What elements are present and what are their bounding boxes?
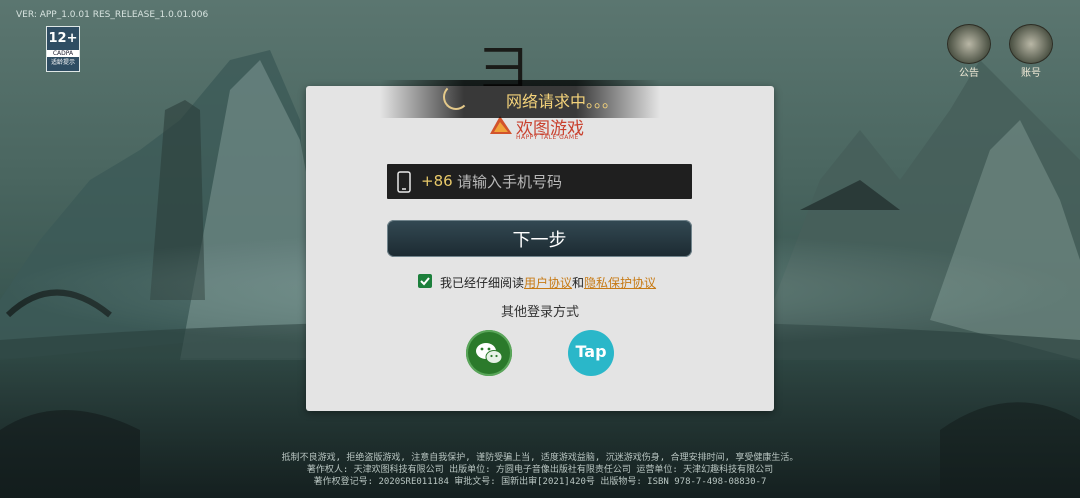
footer-line-3: 著作权登记号: 2020SRE011184 审批文号: 国新出审[2021]42… <box>313 477 767 487</box>
footer-notice: 抵制不良游戏, 拒绝盗版游戏, 注意自我保护, 谨防受骗上当, 适度游戏益脑, … <box>0 452 1080 488</box>
taptap-label: Tap <box>575 342 607 361</box>
loading-spinner-icon <box>443 84 469 110</box>
loading-indicator: 网络请求中。。。 <box>380 80 660 118</box>
age-rating-badge[interactable]: 12+ CADPA 适龄提示 <box>46 26 80 72</box>
wechat-icon <box>476 343 503 364</box>
agreement-checkbox[interactable] <box>418 274 432 288</box>
user-agreement-link[interactable]: 用户协议 <box>524 276 572 290</box>
brand-logo: 欢图游戏 HAPPY TALE GAME <box>488 114 598 144</box>
age-rating-org: CADPA <box>47 50 79 57</box>
brand-subtitle: HAPPY TALE GAME <box>516 134 579 141</box>
age-rating: 12+ <box>48 31 78 46</box>
announcement-label: 公告 <box>959 68 979 79</box>
other-login-title: 其他登录方式 <box>500 305 579 320</box>
phone-icon <box>397 171 411 193</box>
wechat-login-button[interactable] <box>466 330 512 376</box>
agreement-joiner: 和 <box>572 276 585 290</box>
footer-line-1: 抵制不良游戏, 拒绝盗版游戏, 注意自我保护, 谨防受骗上当, 适度游戏益脑, … <box>281 453 799 463</box>
checkmark-icon <box>420 277 430 286</box>
footer-line-2: 著作权人: 天津欢图科技有限公司 出版单位: 方圆电子音像出版社有限责任公司 运… <box>306 465 774 475</box>
account-label: 账号 <box>1021 68 1041 79</box>
agreement-text: 我已经仔细阅读用户协议和隐私保护协议 <box>440 274 656 291</box>
phone-field[interactable]: +86 <box>387 164 692 199</box>
login-dialog: 欢图游戏 HAPPY TALE GAME +86 下一步 我已经仔细阅读用户协议… <box>306 86 774 411</box>
account-button[interactable]: 账号 <box>1006 24 1056 79</box>
taptap-login-button[interactable]: Tap <box>568 330 614 376</box>
phone-number-input[interactable] <box>457 168 683 195</box>
privacy-policy-link[interactable]: 隐私保护协议 <box>584 276 656 290</box>
country-code[interactable]: +86 <box>421 172 453 190</box>
loading-text: 网络请求中。。。 <box>506 92 619 111</box>
announcement-button[interactable]: 公告 <box>944 24 994 79</box>
version-label: VER: APP_1.0.01 RES_RELEASE_1.0.01.006 <box>16 10 209 20</box>
agreement-prefix: 我已经仔细阅读 <box>440 276 525 290</box>
account-icon <box>1009 24 1053 64</box>
scroll-icon <box>947 24 991 64</box>
age-rating-hint: 适龄提示 <box>50 59 75 66</box>
next-step-button[interactable]: 下一步 <box>387 220 692 257</box>
